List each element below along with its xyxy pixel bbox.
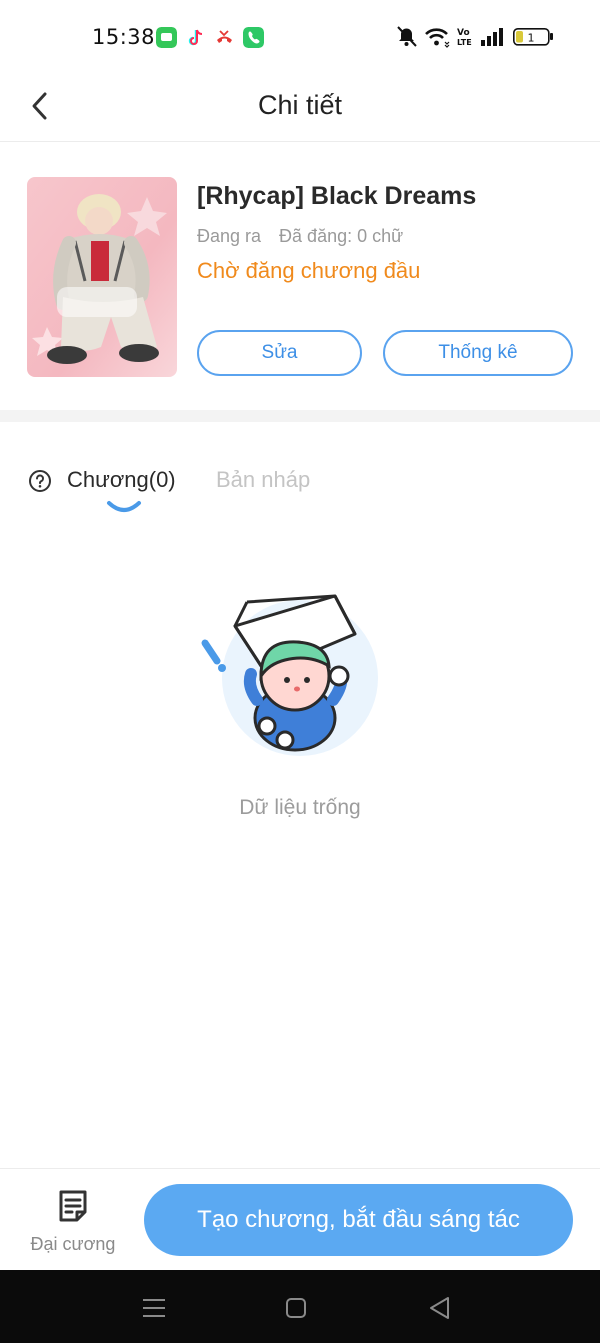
svg-text:Vo: Vo <box>457 28 470 38</box>
system-status-icons: Vo LTE 1 <box>397 26 553 48</box>
bottom-action-bar: Đại cương Tạo chương, bắt đầu sáng tác <box>0 1168 600 1270</box>
book-cover-image[interactable] <box>27 177 177 377</box>
book-title: [Rhycap] Black Dreams <box>197 182 477 210</box>
back-triangle-icon[interactable] <box>426 1294 454 1322</box>
empty-state-text: Dữ liệu trống <box>239 796 361 819</box>
book-word-count: Đã đăng: 0 chữ <box>279 226 404 246</box>
active-tab-indicator <box>107 501 141 512</box>
message-icon <box>156 27 177 48</box>
book-meta: Đang ra Đã đăng: 0 chữ <box>197 226 403 247</box>
tab-drafts[interactable]: Bản nháp <box>216 467 310 493</box>
missed-call-icon <box>217 30 232 43</box>
document-list-icon <box>59 1190 87 1222</box>
cover-artwork <box>27 177 177 377</box>
signal-icon <box>481 28 503 46</box>
statistics-button[interactable]: Thống kê <box>383 330 573 376</box>
empty-box-illustration <box>201 594 378 756</box>
menu-icon[interactable] <box>140 1294 168 1322</box>
book-status: Chờ đăng chương đầu <box>197 258 421 283</box>
system-navigation-bar <box>0 1270 600 1343</box>
help-icon[interactable] <box>28 469 52 493</box>
phone-icon <box>243 27 264 48</box>
top-app-bar: Chi tiết <box>0 70 600 142</box>
book-info-card: [Rhycap] Black Dreams Đang ra Đã đăng: 0 … <box>0 142 600 410</box>
create-chapter-button[interactable]: Tạo chương, bắt đầu sáng tác <box>144 1184 573 1256</box>
status-bar: 15:38 Vo LTE 1 <box>0 0 600 70</box>
outline-button[interactable]: Đại cương <box>18 1187 128 1257</box>
tiktok-icon <box>188 29 203 46</box>
battery-level: 1 <box>528 32 535 45</box>
edit-button[interactable]: Sửa <box>197 330 362 376</box>
book-state: Đang ra <box>197 226 262 246</box>
status-time: 15:38 <box>92 25 156 49</box>
wifi-icon <box>425 28 450 48</box>
home-icon[interactable] <box>282 1294 310 1322</box>
volte-icon: Vo LTE <box>457 28 472 47</box>
mute-icon <box>397 26 417 47</box>
page-title: Chi tiết <box>257 90 343 120</box>
outline-label: Đại cương <box>30 1234 116 1254</box>
chapter-tabs: Chương(0) Bản nháp <box>0 450 600 520</box>
section-divider <box>0 410 600 422</box>
tab-chapters[interactable]: Chương(0) <box>67 467 176 493</box>
battery-icon: 1 <box>513 28 553 46</box>
svg-text:LTE: LTE <box>457 38 472 47</box>
